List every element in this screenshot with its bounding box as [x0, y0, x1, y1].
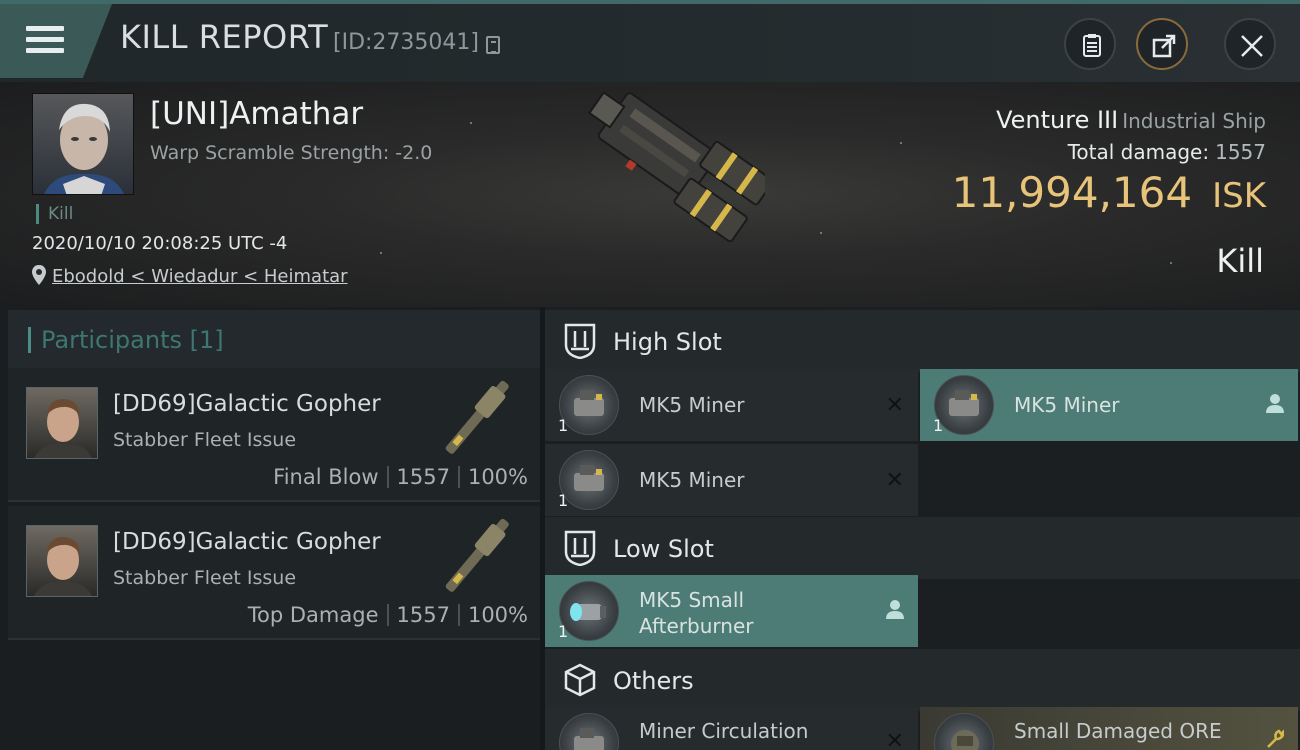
destroyed-icon: ✕: [885, 468, 904, 493]
share-icon: [1152, 34, 1176, 58]
weapon-icon: [445, 380, 509, 454]
participant-name: [DD69]Galactic Gopher: [113, 529, 381, 555]
location-pin-icon: [32, 265, 46, 290]
close-icon: [1241, 35, 1263, 57]
participant-stats: Top Damage 1557 100%: [248, 603, 528, 627]
pilot-portrait-icon: [34, 536, 92, 596]
participant-row[interactable]: [DD69]Galactic Gopher Stabber Fleet Issu…: [8, 368, 540, 502]
module-item[interactable]: 1 MK5 Miner: [920, 369, 1298, 441]
participant-ship: Stabber Fleet Issue: [113, 429, 297, 451]
participant-role: Final Blow: [273, 465, 379, 489]
low-slot-icon: [564, 530, 596, 566]
rig-module-icon: [559, 713, 619, 750]
pilot-portrait-icon: [34, 398, 92, 458]
warp-scramble-strength: Warp Scramble Strength: -2.0: [150, 142, 433, 164]
venture-ship-icon: [587, 92, 765, 243]
module-item[interactable]: 1 MK5 Miner ✕: [545, 369, 918, 441]
cube-icon: [564, 663, 596, 697]
total-damage: Total damage: 1557: [1068, 140, 1266, 164]
participants-panel: Participants [1] [DD69]Galactic Gopher S…: [0, 307, 540, 750]
fitting-panel: High Slot 1 MK5 Miner ✕ 1 MK5 Miner 1 MK…: [545, 307, 1300, 750]
kill-result: Kill: [1216, 242, 1264, 280]
kill-timestamp: 2020/10/10 20:08:25 UTC -4: [32, 233, 288, 254]
divider: [457, 466, 460, 488]
module-quantity: 1: [558, 491, 569, 510]
divider: [457, 604, 460, 626]
module-quantity: 1: [933, 416, 944, 435]
destroyed-icon: ✕: [885, 729, 904, 750]
share-button[interactable]: [1136, 18, 1188, 70]
star: [380, 252, 382, 254]
victim-ship[interactable]: Venture III Industrial Ship: [996, 106, 1266, 134]
module-name: MK5 Miner: [1014, 393, 1120, 417]
location-link[interactable]: Ebodold < Wiedadur < Heimatar: [52, 266, 348, 287]
participant-stats: Final Blow 1557 100%: [273, 465, 528, 489]
participants-title: Participants [1]: [28, 327, 224, 353]
participants-header: Participants [1]: [8, 310, 540, 368]
close-button[interactable]: [1224, 18, 1276, 70]
page-title: KILL REPORT: [120, 18, 329, 56]
participant-ship: Stabber Fleet Issue: [113, 567, 297, 589]
kill-location[interactable]: Ebodold < Wiedadur < Heimatar: [32, 265, 348, 290]
report-id: [ID:2735041]: [333, 30, 479, 55]
participant-damage: 1557: [396, 603, 450, 627]
ore-item-icon: [934, 713, 994, 750]
module-item[interactable]: Miner Circulation ✕: [545, 707, 918, 750]
module-name: Small Damaged ORE: [1014, 719, 1222, 743]
hamburger-menu-icon[interactable]: [26, 26, 64, 56]
victim-name[interactable]: [UNI]Amathar: [150, 96, 363, 132]
clipboard-icon: [1083, 34, 1101, 57]
high-slot-icon: [564, 323, 596, 359]
total-damage-label: Total damage:: [1067, 140, 1210, 164]
others-header: Others: [545, 649, 1300, 711]
divider: [386, 466, 389, 488]
module-name: MK5 Miner: [639, 393, 745, 417]
star: [900, 142, 902, 144]
high-slot-header: High Slot: [545, 310, 1300, 372]
module-quantity: 1: [558, 416, 569, 435]
victim-avatar[interactable]: [32, 93, 134, 195]
others-title: Others: [613, 667, 694, 695]
participant-row[interactable]: [DD69]Galactic Gopher Stabber Fleet Issu…: [8, 506, 540, 640]
module-name: MK5 Small Afterburner: [639, 587, 753, 639]
total-damage-value: 1557: [1215, 140, 1266, 164]
avatar: [26, 387, 98, 459]
module-name: Miner Circulation: [639, 719, 809, 743]
module-item[interactable]: 1 MK5 Miner ✕: [545, 444, 918, 516]
destroyed-icon: ✕: [885, 393, 904, 418]
kill-tag: Kill: [36, 204, 73, 224]
person-icon: [886, 599, 904, 624]
avatar: [26, 525, 98, 597]
participant-percent: 100%: [467, 603, 528, 627]
module-item[interactable]: 1 MK5 Small Afterburner: [545, 575, 918, 647]
low-slot-title: Low Slot: [613, 535, 714, 563]
participant-name: [DD69]Galactic Gopher: [113, 391, 381, 417]
clipboard-button[interactable]: [1064, 18, 1116, 70]
participant-percent: 100%: [467, 465, 528, 489]
isk-unit: ISK: [1212, 176, 1266, 216]
isk-value: 11,994,164 ISK: [952, 168, 1266, 217]
victim-banner: [UNI]Amathar Warp Scramble Strength: -2.…: [0, 82, 1300, 307]
star: [470, 122, 472, 124]
person-icon: [1266, 393, 1284, 418]
low-slot-header: Low Slot: [545, 517, 1300, 579]
star: [1170, 262, 1172, 264]
module-item[interactable]: Small Damaged ORE: [920, 707, 1298, 750]
isk-amount: 11,994,164: [951, 168, 1193, 217]
pilot-portrait-icon: [44, 103, 124, 194]
wrench-icon: [1266, 729, 1285, 750]
participant-role: Top Damage: [247, 603, 379, 627]
star: [820, 232, 822, 234]
module-name-line: MK5 Small: [639, 588, 744, 612]
weapon-icon: [445, 518, 509, 592]
divider: [386, 604, 389, 626]
participant-damage: 1557: [396, 465, 450, 489]
copy-icon[interactable]: [486, 36, 500, 54]
ship-type: Industrial Ship: [1122, 109, 1266, 133]
module-quantity: 1: [558, 622, 569, 641]
module-name: MK5 Miner: [639, 468, 745, 492]
ship-name: Venture III: [996, 106, 1119, 134]
module-name-line: Afterburner: [639, 614, 754, 638]
high-slot-title: High Slot: [613, 328, 722, 356]
